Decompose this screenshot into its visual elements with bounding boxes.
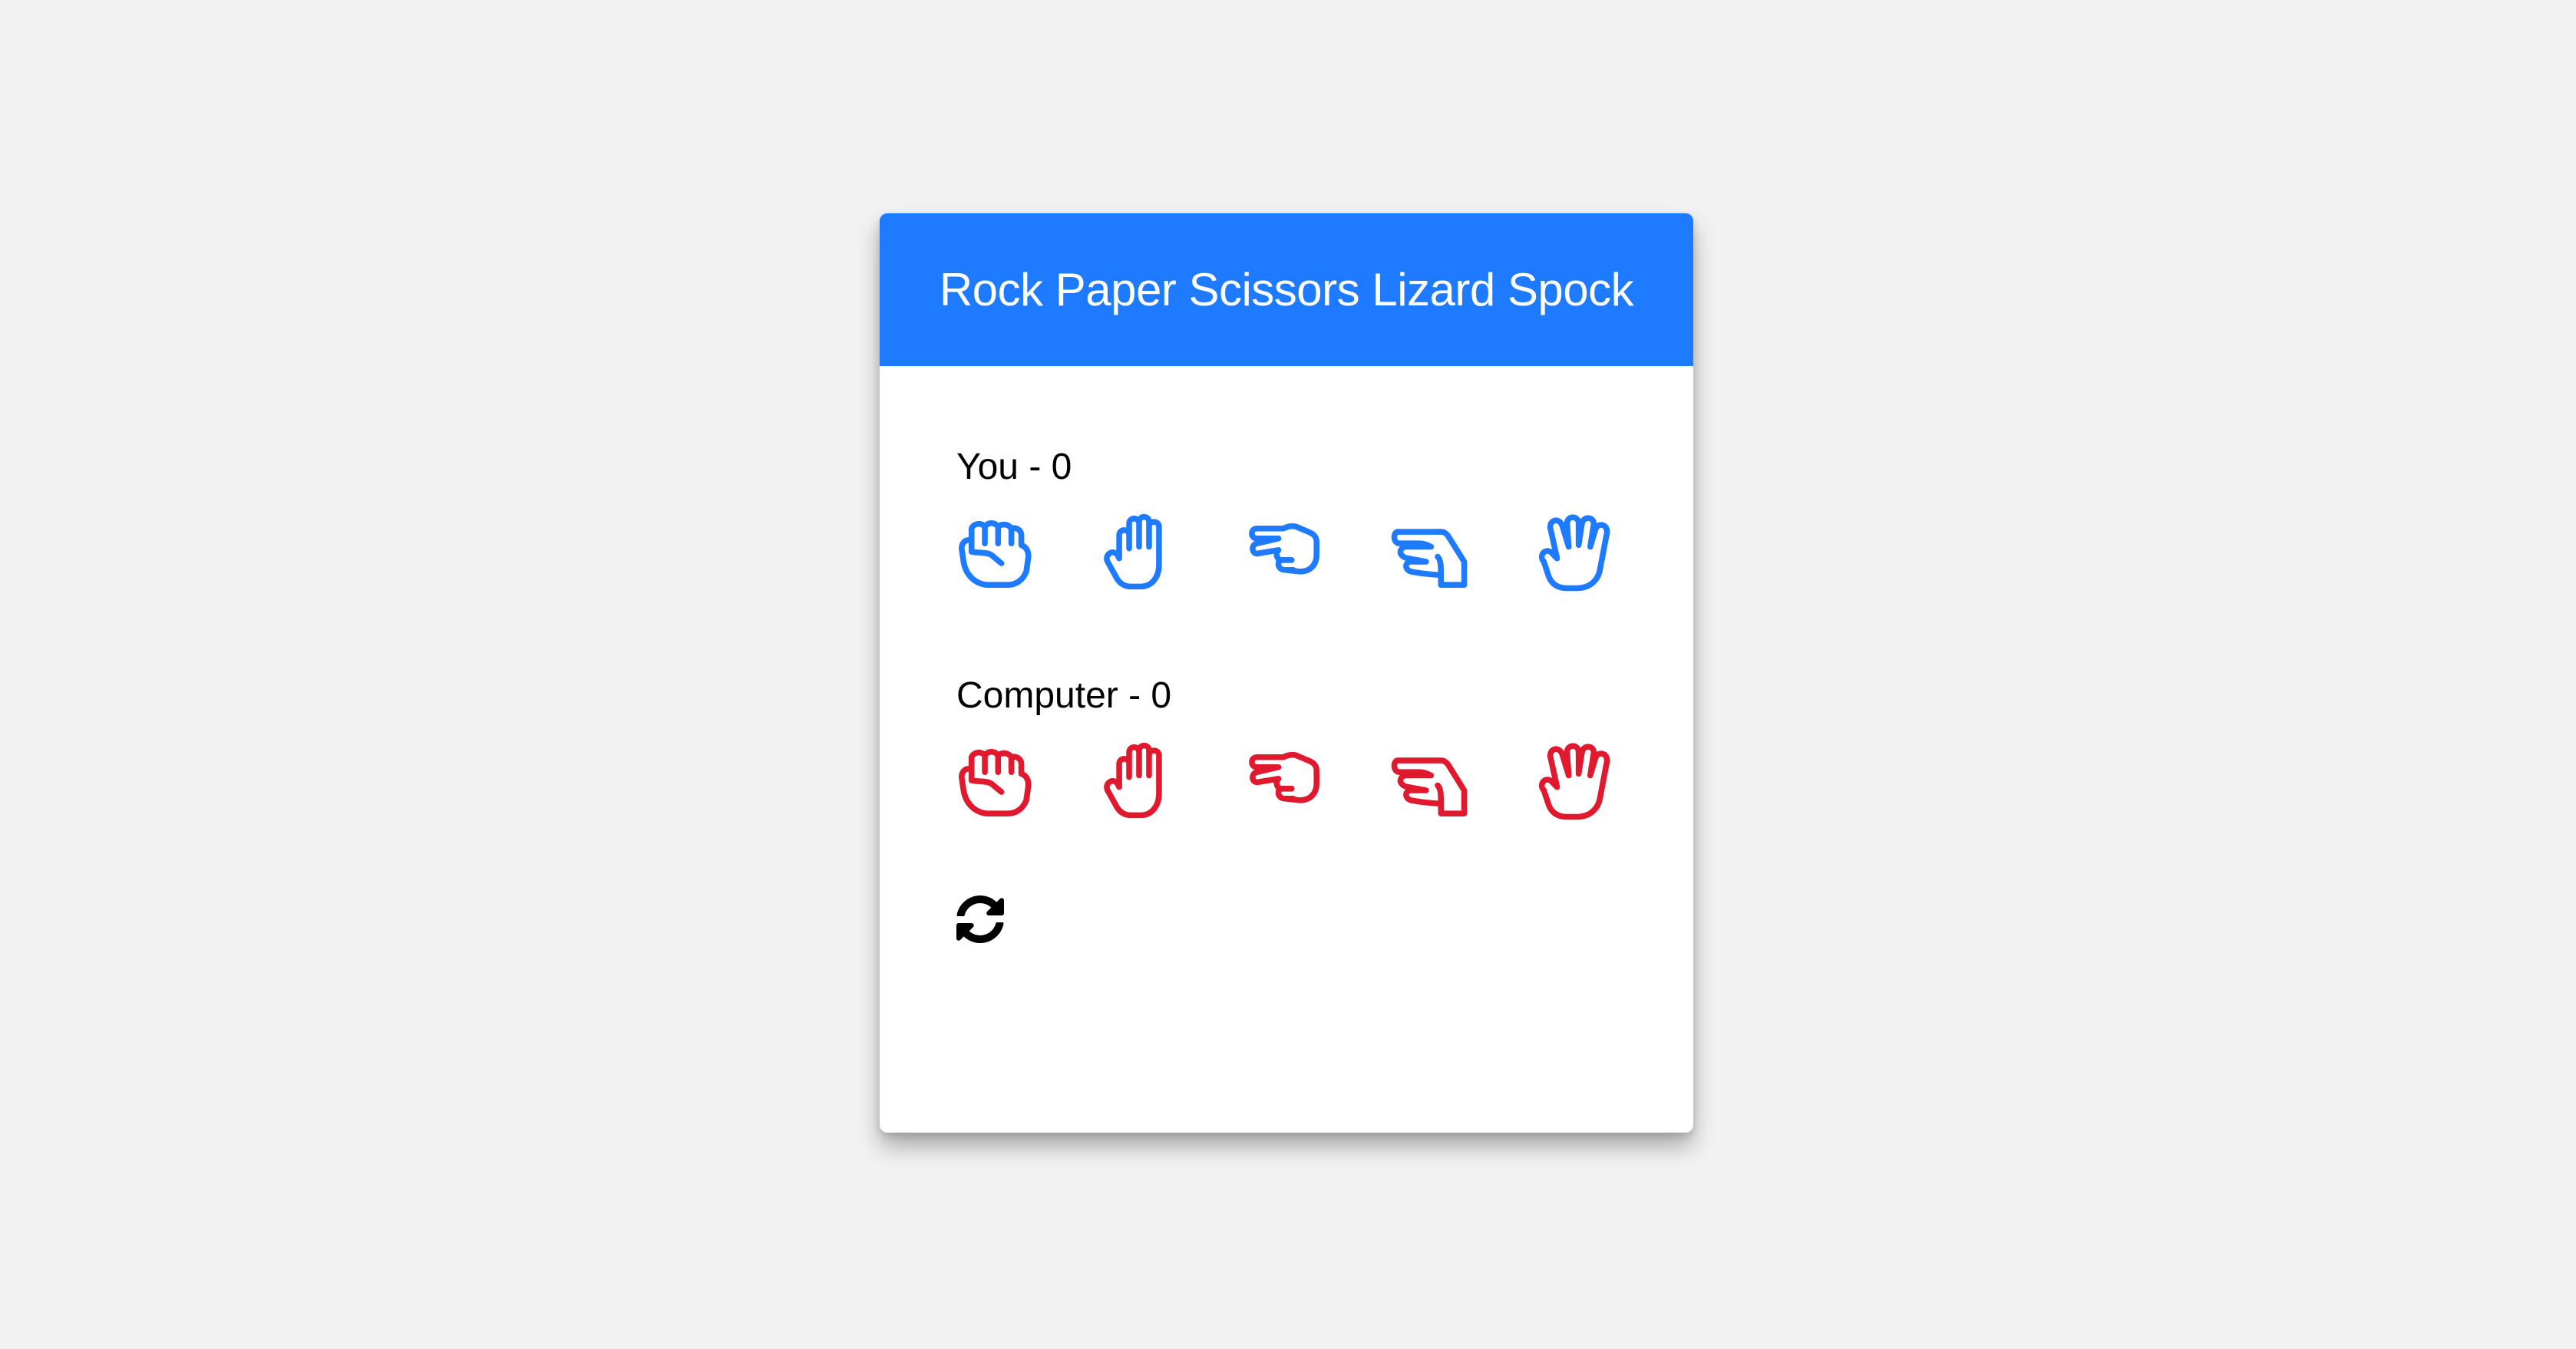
computer-spock-button[interactable] [1531,739,1613,822]
computer-hands-row [953,739,1613,822]
computer-scissors-button[interactable] [1242,739,1325,822]
hand-rock-icon [953,739,1036,822]
refresh-icon [956,895,1005,944]
player-spock-button[interactable] [1531,510,1613,593]
game-title: Rock Paper Scissors Lizard Spock [939,264,1634,315]
computer-lizard-button[interactable] [1386,739,1469,822]
card-body: You - 0 Computer - 0 [880,366,1693,1133]
hand-paper-icon [1098,739,1181,822]
computer-score-label: Computer - 0 [956,675,1172,716]
hand-scissors-icon [1242,739,1325,822]
player-score-label: You - 0 [956,447,1072,487]
computer-rock-button[interactable] [953,739,1036,822]
hand-rock-icon [953,510,1036,593]
computer-paper-button[interactable] [1098,739,1181,822]
reset-button[interactable] [953,892,1007,946]
player-paper-button[interactable] [1098,510,1181,593]
hand-spock-icon [1531,739,1613,822]
hand-lizard-icon [1386,739,1469,822]
player-lizard-button[interactable] [1386,510,1469,593]
hand-scissors-icon [1242,510,1325,593]
hand-lizard-icon [1386,510,1469,593]
card-header: Rock Paper Scissors Lizard Spock [880,213,1693,366]
game-card: Rock Paper Scissors Lizard Spock You - 0… [880,213,1693,1133]
player-rock-button[interactable] [953,510,1036,593]
hand-paper-icon [1098,510,1181,593]
player-scissors-button[interactable] [1242,510,1325,593]
hand-spock-icon [1531,510,1613,593]
player-hands-row [953,510,1613,593]
